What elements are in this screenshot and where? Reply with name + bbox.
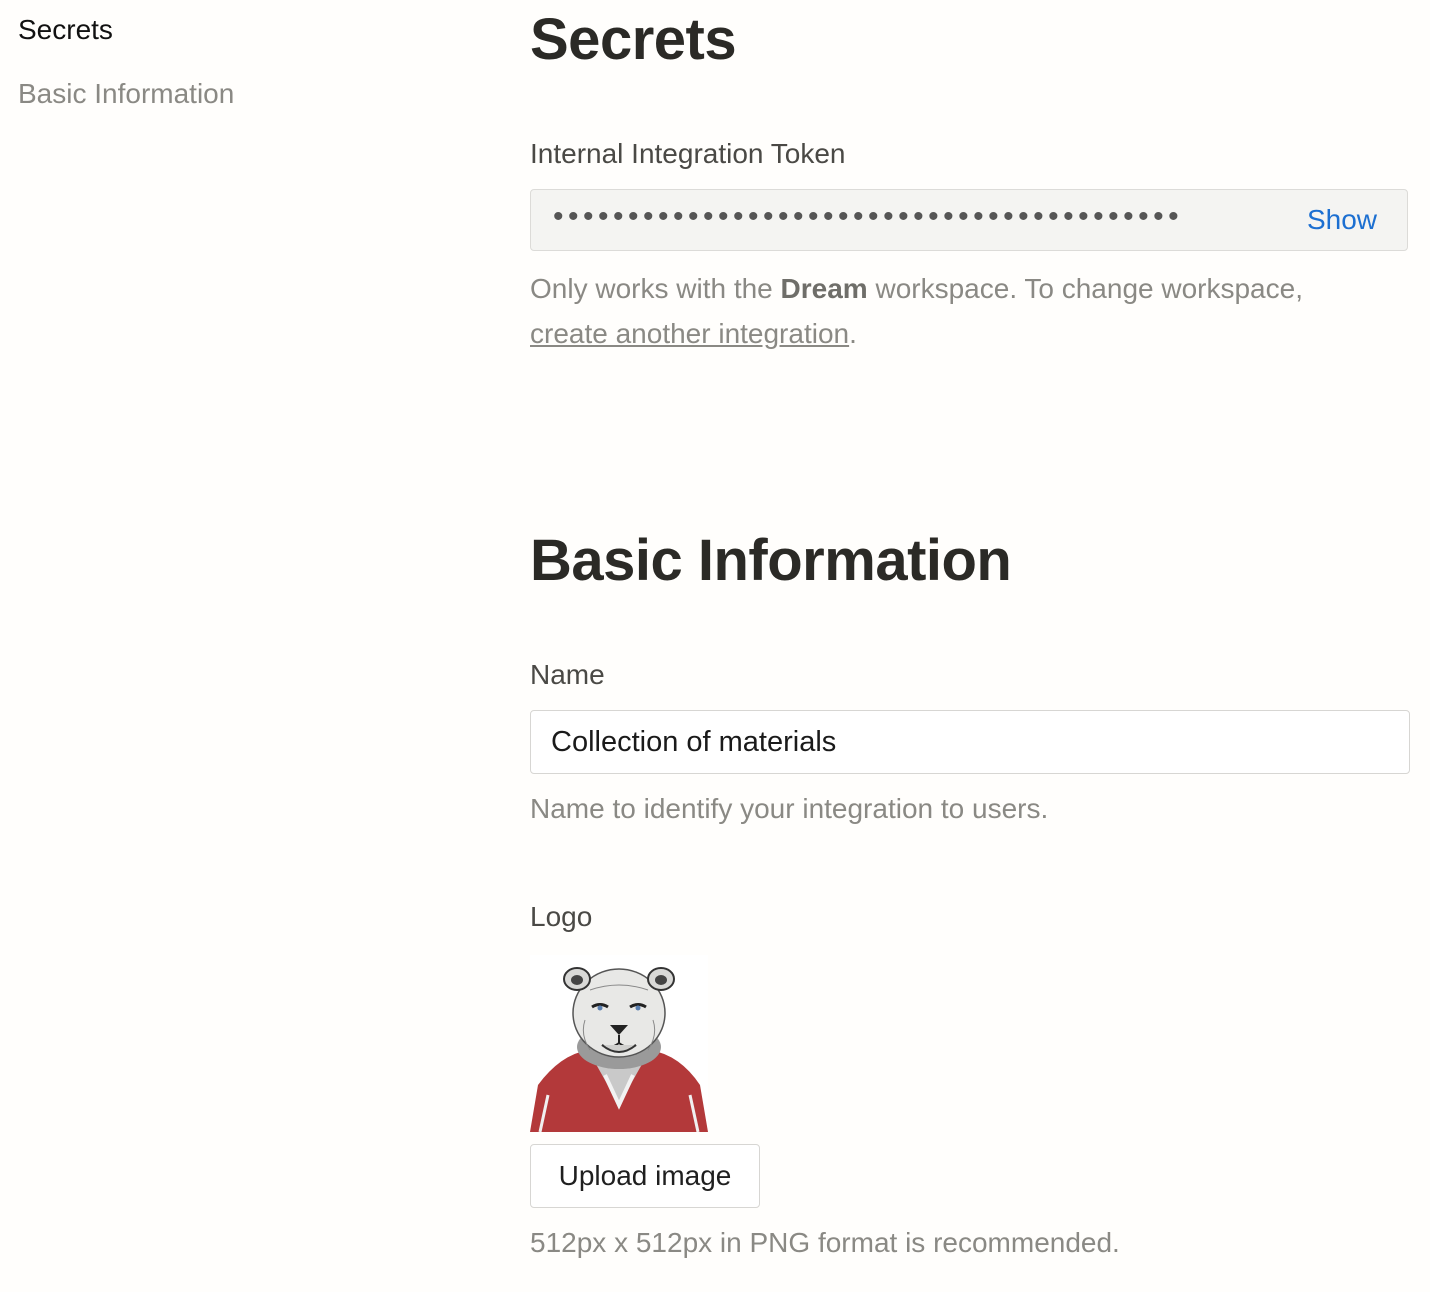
sidebar-item-secrets[interactable]: Secrets xyxy=(18,12,418,48)
basic-info-heading: Basic Information xyxy=(530,528,1012,593)
name-label: Name xyxy=(530,659,605,690)
upload-image-button[interactable]: Upload image xyxy=(530,1144,760,1208)
sidebar: Secrets Basic Information xyxy=(18,12,418,112)
token-label: Internal Integration Token xyxy=(530,138,846,169)
create-integration-link[interactable]: create another integration xyxy=(530,318,849,349)
sidebar-item-basic-information[interactable]: Basic Information xyxy=(18,76,418,112)
lion-illustration-icon xyxy=(530,967,708,1132)
token-help-middle: workspace. To change workspace, xyxy=(867,273,1303,304)
workspace-name: Dream xyxy=(780,273,868,304)
token-help-prefix: Only works with the xyxy=(530,273,781,304)
logo-help: 512px x 512px in PNG format is recommend… xyxy=(530,1227,1120,1258)
token-help-suffix: . xyxy=(849,318,857,349)
logo-label: Logo xyxy=(530,901,593,932)
show-token-button[interactable]: Show xyxy=(1307,204,1377,236)
name-help: Name to identify your integration to use… xyxy=(530,793,1049,824)
logo-image xyxy=(530,955,708,1132)
token-help: Only works with the Dream workspace. To … xyxy=(530,266,1410,356)
token-masked-value: ••••••••••••••••••••••••••••••••••••••••… xyxy=(553,200,1184,233)
secrets-heading: Secrets xyxy=(530,7,737,72)
token-field[interactable]: ••••••••••••••••••••••••••••••••••••••••… xyxy=(530,189,1408,251)
name-input[interactable] xyxy=(530,710,1410,774)
